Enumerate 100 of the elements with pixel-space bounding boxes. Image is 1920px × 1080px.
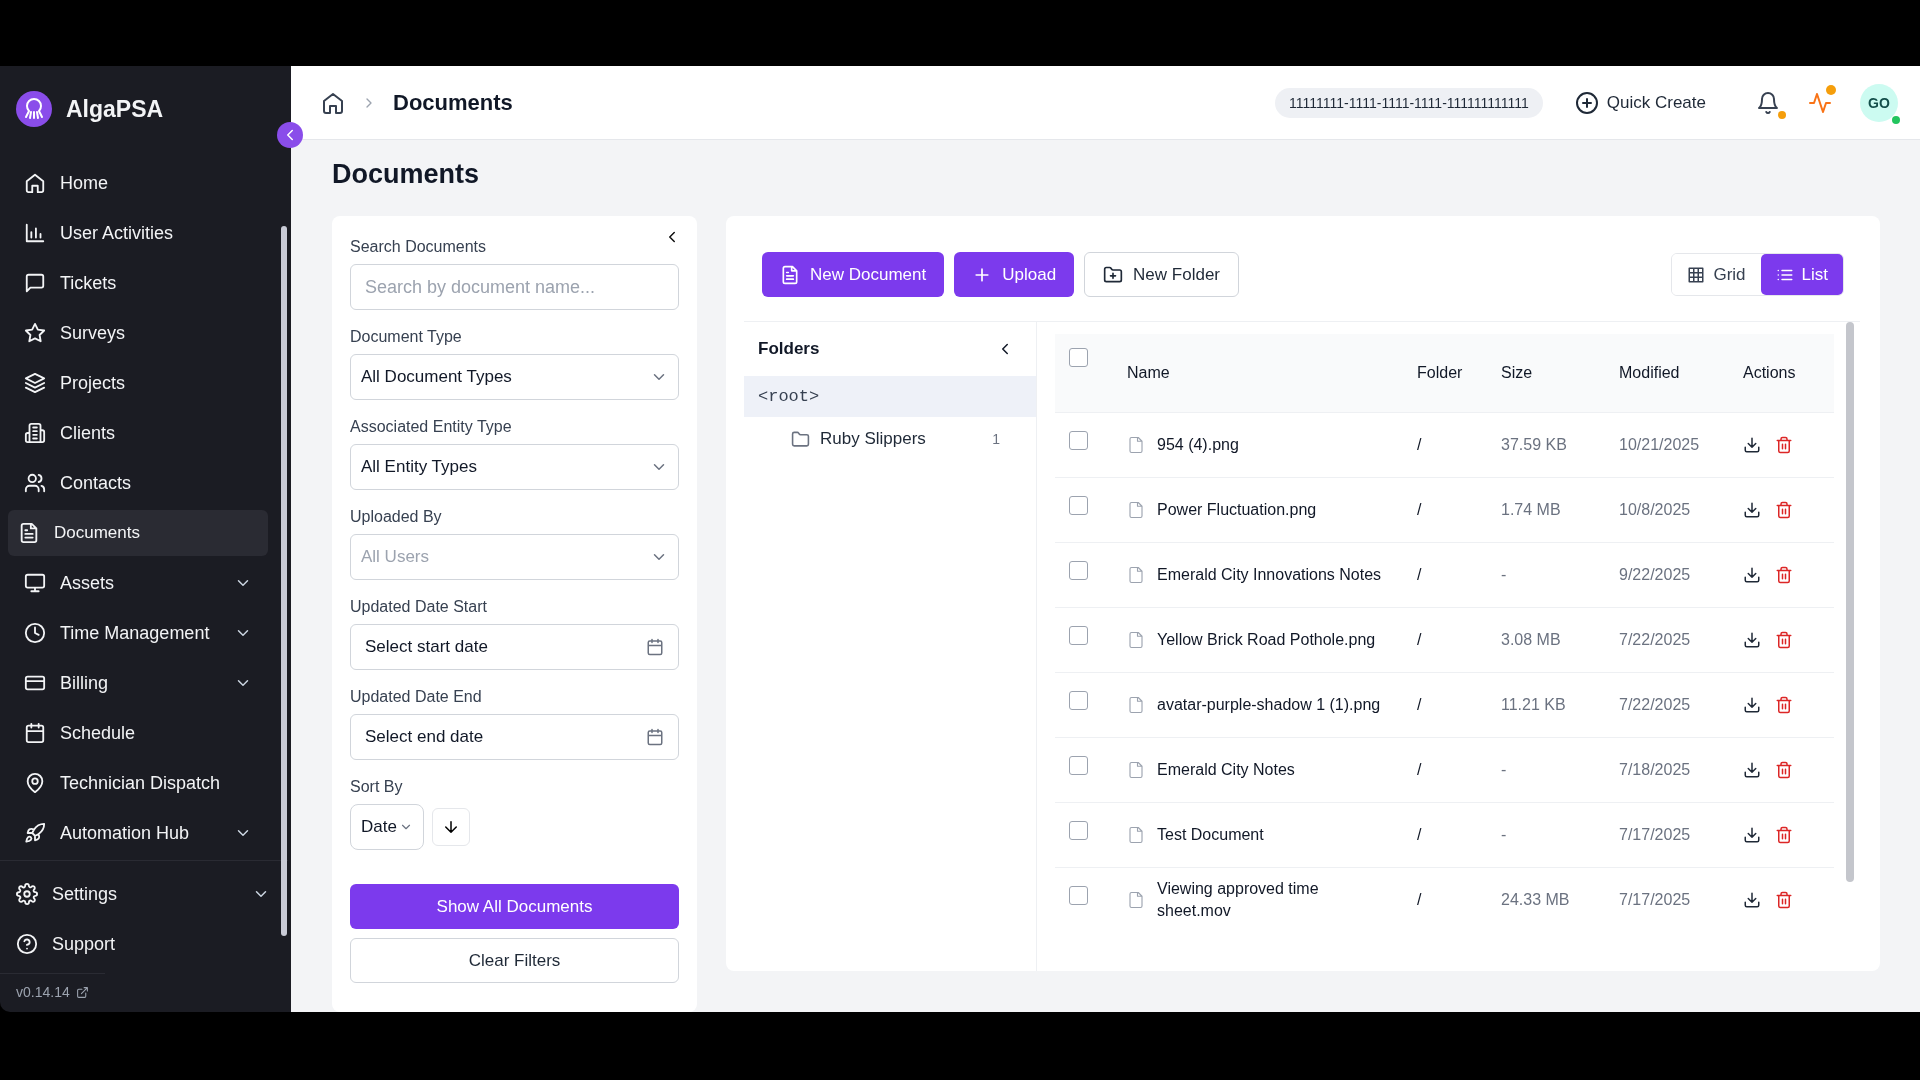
- item-count: 1: [992, 431, 1000, 447]
- delete-icon[interactable]: [1775, 566, 1793, 584]
- download-icon[interactable]: [1743, 826, 1761, 844]
- delete-icon[interactable]: [1775, 436, 1793, 454]
- layers-icon: [24, 372, 46, 394]
- download-icon[interactable]: [1743, 501, 1761, 519]
- bar-chart-icon: [24, 222, 46, 244]
- building-icon: [24, 422, 46, 444]
- sidebar-item[interactable]: Automation Hub: [8, 810, 268, 856]
- file-name[interactable]: Viewing approved time sheet.mov: [1157, 878, 1385, 923]
- sidebar-item[interactable]: Home: [8, 160, 268, 206]
- sort-direction-button[interactable]: [431, 808, 470, 846]
- row-checkbox[interactable]: [1069, 691, 1088, 710]
- star-icon: [24, 322, 46, 344]
- download-icon[interactable]: [1743, 631, 1761, 649]
- file-name[interactable]: Emerald City Notes: [1157, 759, 1295, 781]
- table-cell: -: [1501, 542, 1619, 608]
- folder-tree-item[interactable]: Ruby Slippers 1: [744, 417, 1036, 461]
- delete-icon[interactable]: [1775, 631, 1793, 649]
- row-checkbox[interactable]: [1069, 756, 1088, 775]
- file-icon: [1127, 891, 1145, 910]
- row-checkbox[interactable]: [1069, 431, 1088, 450]
- download-icon[interactable]: [1743, 566, 1761, 584]
- file-icon: [1127, 761, 1145, 779]
- clock-icon: [24, 622, 46, 644]
- dropdown[interactable]: All Document Types: [350, 354, 679, 400]
- field-label: Search Documents: [350, 238, 488, 256]
- table-cell: /: [1417, 477, 1501, 543]
- version-link[interactable]: v0.14.14: [0, 973, 105, 1012]
- notification-dot: [1778, 110, 1786, 119]
- folder-plus-icon: [1103, 264, 1124, 285]
- sidebar-item[interactable]: User Activities: [8, 210, 268, 256]
- tenant-id-badge: 11111111-1111-1111-1111-111111111111: [1275, 87, 1543, 118]
- download-icon[interactable]: [1743, 436, 1761, 454]
- rocket-icon: [24, 822, 46, 844]
- row-checkbox[interactable]: [1069, 626, 1088, 645]
- folder-tree-item[interactable]: <root>: [744, 376, 1036, 417]
- user-avatar[interactable]: GO: [1860, 83, 1898, 122]
- sidebar-item[interactable]: Support: [0, 921, 282, 967]
- sidebar-item[interactable]: Contacts: [8, 460, 268, 506]
- row-checkbox[interactable]: [1069, 886, 1088, 905]
- file-name[interactable]: Test Document: [1157, 824, 1264, 846]
- search-field[interactable]: Search by document name...: [350, 264, 679, 310]
- field-label: Updated Date End: [350, 688, 483, 706]
- sidebar-item[interactable]: Tickets: [8, 260, 268, 306]
- file-name[interactable]: Emerald City Innovations Notes: [1157, 564, 1382, 586]
- select-all-checkbox[interactable]: [1069, 348, 1088, 367]
- delete-icon[interactable]: [1775, 891, 1793, 910]
- sidebar-item[interactable]: Settings: [0, 871, 282, 917]
- table-cell: 7/17/2025: [1619, 867, 1743, 933]
- quick-create-button[interactable]: Quick Create: [1568, 89, 1712, 116]
- sidebar-item[interactable]: Surveys: [8, 310, 268, 356]
- date-field[interactable]: Select end date: [350, 714, 679, 760]
- delete-icon[interactable]: [1775, 501, 1793, 519]
- sidebar-item[interactable]: Assets: [8, 560, 268, 606]
- grid-icon: [1687, 265, 1706, 284]
- users-icon: [24, 472, 46, 494]
- sidebar-item[interactable]: Projects: [8, 360, 268, 406]
- app-name: AlgaPSA: [66, 95, 164, 123]
- new-folder-button[interactable]: New Folder: [1084, 252, 1239, 297]
- upload-button[interactable]: Upload: [954, 252, 1075, 297]
- download-icon[interactable]: [1743, 761, 1761, 779]
- delete-icon[interactable]: [1775, 761, 1793, 779]
- file-name[interactable]: Yellow Brick Road Pothole.png: [1157, 629, 1376, 651]
- sidebar-item[interactable]: Schedule: [8, 710, 268, 756]
- folders-title: Folders: [758, 339, 820, 359]
- table-cell: -: [1501, 802, 1619, 868]
- column-header: Modified: [1619, 334, 1743, 413]
- file-name[interactable]: Power Fluctuation.png: [1157, 499, 1317, 521]
- table-cell: 3.08 MB: [1501, 607, 1619, 673]
- file-name[interactable]: 954 (4).png: [1157, 434, 1239, 456]
- delete-icon[interactable]: [1775, 826, 1793, 844]
- sidebar-item[interactable]: Billing: [8, 660, 268, 706]
- download-icon[interactable]: [1743, 696, 1761, 714]
- sidebar-item[interactable]: Clients: [8, 410, 268, 456]
- collapse-sidebar-button[interactable]: [277, 122, 303, 148]
- show-all-documents-button[interactable]: Show All Documents: [350, 884, 679, 929]
- sort-dropdown[interactable]: Date: [350, 804, 424, 850]
- activity-icon[interactable]: [1808, 90, 1832, 115]
- monitor-icon: [24, 572, 46, 594]
- scrollbar[interactable]: [1846, 322, 1854, 882]
- row-checkbox[interactable]: [1069, 496, 1088, 515]
- sidebar-item[interactable]: Technician Dispatch: [8, 760, 268, 806]
- file-name[interactable]: avatar-purple-shadow 1 (1).png: [1157, 694, 1381, 716]
- clear-filters-button[interactable]: Clear Filters: [350, 938, 679, 983]
- date-field[interactable]: Select start date: [350, 624, 679, 670]
- new-document-button[interactable]: New Document: [762, 252, 945, 297]
- sidebar-item[interactable]: Time Management: [8, 610, 268, 656]
- row-checkbox[interactable]: [1069, 821, 1088, 840]
- row-checkbox[interactable]: [1069, 561, 1088, 580]
- table-cell: 10/21/2025: [1619, 412, 1743, 478]
- download-icon[interactable]: [1743, 891, 1761, 910]
- sidebar-item[interactable]: Documents: [8, 510, 268, 556]
- dropdown[interactable]: All Entity Types: [350, 444, 679, 490]
- list-view-button[interactable]: List: [1760, 254, 1843, 295]
- bell-icon[interactable]: [1756, 90, 1780, 115]
- table-cell: /: [1417, 867, 1501, 933]
- table-cell: /: [1417, 607, 1501, 673]
- home-icon[interactable]: [321, 90, 345, 115]
- delete-icon[interactable]: [1775, 696, 1793, 714]
